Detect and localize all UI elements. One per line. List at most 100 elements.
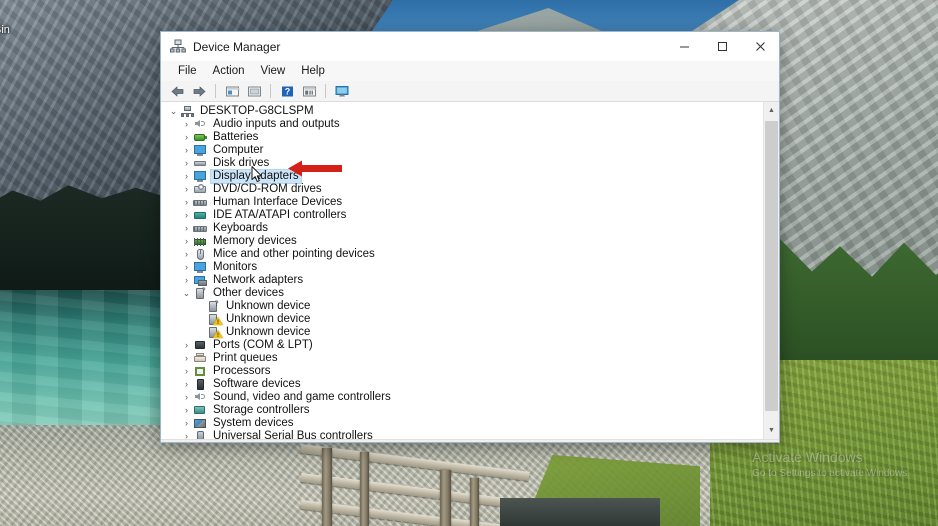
maximize-button[interactable]	[703, 32, 741, 61]
chevron-right-icon[interactable]: ›	[180, 365, 193, 378]
tree-node-label: Storage controllers	[213, 404, 310, 416]
chevron-right-icon[interactable]: ›	[180, 209, 193, 222]
mouse-icon	[193, 248, 208, 261]
tree-node-processors[interactable]: › Processors	[161, 365, 763, 378]
chevron-right-icon[interactable]: ›	[180, 144, 193, 157]
properties-icon[interactable]	[222, 82, 242, 100]
menu-file[interactable]: File	[170, 63, 205, 79]
tree-node-audio[interactable]: › Audio inputs and outputs	[161, 118, 763, 131]
chevron-right-icon[interactable]: ›	[180, 274, 193, 287]
tree-node-computer[interactable]: › Computer	[161, 144, 763, 157]
keyboard-icon	[193, 222, 208, 235]
menu-view[interactable]: View	[253, 63, 294, 79]
device-manager-window: Device Manager File Action View Help ? ⌄…	[160, 31, 780, 443]
tree-node-root[interactable]: ⌄ DESKTOP-G8CLSPM	[161, 105, 763, 118]
chevron-right-icon[interactable]: ›	[180, 170, 193, 183]
tree-node-label: Other devices	[213, 287, 284, 299]
scroll-up-arrow-icon[interactable]: ▲	[764, 102, 779, 119]
tree-node-memory-devices[interactable]: › Memory devices	[161, 235, 763, 248]
update-driver-icon[interactable]	[244, 82, 264, 100]
speaker-icon	[193, 118, 208, 131]
tree-node-software-devices[interactable]: › Software devices	[161, 378, 763, 391]
software-device-icon	[193, 378, 208, 391]
close-button[interactable]	[741, 32, 779, 61]
chevron-right-icon[interactable]: ›	[180, 339, 193, 352]
forward-arrow-icon[interactable]	[189, 82, 209, 100]
tree-node-mice[interactable]: › Mice and other pointing devices	[161, 248, 763, 261]
tree-node-unknown-device-3[interactable]: ! Unknown device	[161, 326, 763, 339]
tree-node-unknown-device-1[interactable]: ? Unknown device	[161, 300, 763, 313]
chevron-right-icon[interactable]: ›	[180, 352, 193, 365]
fence-post-4	[470, 478, 479, 526]
tree-node-monitors[interactable]: › Monitors	[161, 261, 763, 274]
toolbar-separator-1	[215, 84, 216, 98]
usb-controller-icon	[193, 430, 208, 439]
tree-node-label: Keyboards	[213, 222, 268, 234]
chevron-right-icon[interactable]: ›	[180, 417, 193, 430]
chevron-right-icon[interactable]: ›	[180, 222, 193, 235]
tree-node-label: Software devices	[213, 378, 301, 390]
tree-node-label: Human Interface Devices	[213, 196, 343, 208]
unknown-device-icon: ?	[193, 287, 208, 300]
scrollbar-thumb[interactable]	[765, 121, 778, 411]
tree-node-print-queues[interactable]: › Print queues	[161, 352, 763, 365]
tree-node-ports[interactable]: › Ports (COM & LPT)	[161, 339, 763, 352]
back-arrow-icon[interactable]	[167, 82, 187, 100]
tree-node-hid[interactable]: › Human Interface Devices	[161, 196, 763, 209]
title-bar[interactable]: Device Manager	[161, 32, 779, 61]
tree-node-system-devices[interactable]: › System devices	[161, 417, 763, 430]
device-manager-icon	[170, 39, 186, 55]
tree-node-label: DESKTOP-G8CLSPM	[200, 105, 314, 117]
show-devices-icon[interactable]	[332, 82, 352, 100]
tree-node-dvd-cdrom[interactable]: › DVD/CD-ROM drives	[161, 183, 763, 196]
menu-action[interactable]: Action	[205, 63, 253, 79]
chevron-right-icon[interactable]: ›	[180, 404, 193, 417]
vertical-scrollbar[interactable]: ▲ ▼	[763, 102, 779, 439]
tree-node-label: Display adapters	[210, 169, 302, 184]
status-bar	[161, 439, 779, 442]
chevron-right-icon[interactable]: ›	[180, 378, 193, 391]
chevron-right-icon[interactable]: ›	[180, 248, 193, 261]
tree-node-batteries[interactable]: › Batteries	[161, 131, 763, 144]
chevron-right-icon[interactable]: ›	[180, 131, 193, 144]
chevron-right-icon[interactable]: ›	[180, 261, 193, 274]
chevron-right-icon[interactable]: ›	[180, 235, 193, 248]
monitor-icon	[193, 261, 208, 274]
chevron-down-icon[interactable]: ⌄	[180, 287, 193, 300]
storage-controller-icon	[193, 404, 208, 417]
toolbar-separator-2	[270, 84, 271, 98]
tree-node-unknown-device-2[interactable]: ! Unknown device	[161, 313, 763, 326]
chevron-right-icon[interactable]: ›	[180, 157, 193, 170]
tree-node-label: DVD/CD-ROM drives	[213, 183, 322, 195]
tree-node-sound-controllers[interactable]: › Sound, video and game controllers	[161, 391, 763, 404]
chevron-right-icon[interactable]: ›	[180, 183, 193, 196]
chevron-right-icon[interactable]: ›	[180, 391, 193, 404]
unknown-device-icon: ?	[206, 300, 221, 313]
chevron-right-icon[interactable]: ›	[180, 196, 193, 209]
tree-node-keyboards[interactable]: › Keyboards	[161, 222, 763, 235]
chevron-right-icon[interactable]: ›	[180, 118, 193, 131]
tree-node-storage-controllers[interactable]: › Storage controllers	[161, 404, 763, 417]
monitor-icon	[193, 144, 208, 157]
tree-node-ide-controllers[interactable]: › IDE ATA/ATAPI controllers	[161, 209, 763, 222]
chevron-right-icon[interactable]: ›	[180, 430, 193, 439]
tree-node-network-adapters[interactable]: › Network adapters	[161, 274, 763, 287]
toolbar-separator-3	[325, 84, 326, 98]
tree-node-label: Print queues	[213, 352, 278, 364]
tree-node-display-adapters[interactable]: › Display adapters	[161, 169, 763, 184]
chevron-down-icon[interactable]: ⌄	[167, 105, 180, 118]
tree-node-other-devices[interactable]: ⌄ ? Other devices	[161, 287, 763, 300]
sound-controller-icon	[193, 391, 208, 404]
fence-shadow-rail	[500, 498, 660, 526]
tree-node-usb-controllers[interactable]: › Universal Serial Bus controllers	[161, 430, 763, 439]
scroll-down-arrow-icon[interactable]: ▼	[764, 422, 779, 439]
svg-text:?: ?	[284, 86, 290, 96]
scan-hardware-icon[interactable]	[299, 82, 319, 100]
minimize-button[interactable]	[665, 32, 703, 61]
menu-help[interactable]: Help	[293, 63, 333, 79]
menu-bar: File Action View Help	[161, 61, 779, 81]
scrollbar-track[interactable]	[764, 119, 779, 422]
tree-node-disk-drives[interactable]: › Disk drives	[161, 157, 763, 170]
device-tree[interactable]: ⌄ DESKTOP-G8CLSPM › Audio inputs and out…	[161, 102, 763, 439]
help-icon[interactable]: ?	[277, 82, 297, 100]
